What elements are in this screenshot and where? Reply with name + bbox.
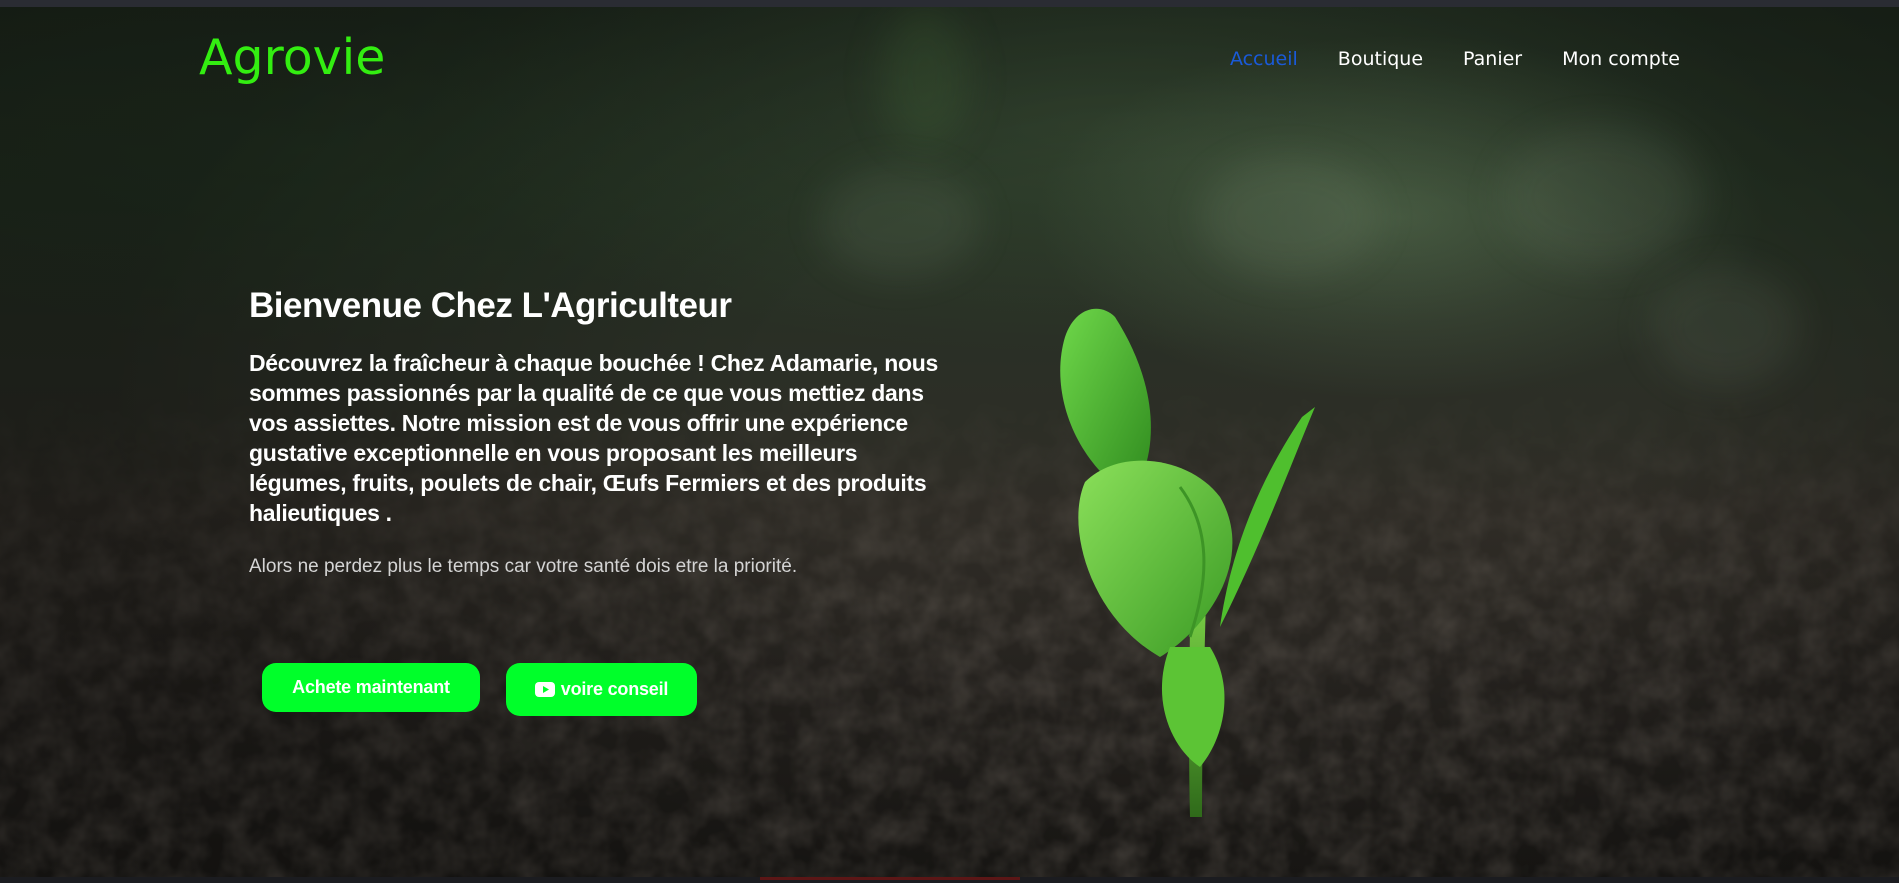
- nav-item-accueil[interactable]: Accueil: [1230, 46, 1298, 72]
- seedling-icon: [1060, 308, 1315, 817]
- brand-logo[interactable]: Agrovie: [199, 28, 385, 88]
- watch-advice-button[interactable]: voire conseil: [506, 663, 697, 716]
- hero-lead-paragraph: Découvrez la fraîcheur à chaque bouchée …: [249, 350, 938, 526]
- buy-now-button[interactable]: Achete maintenant: [262, 663, 480, 712]
- hero-content: Bienvenue Chez L'Agriculteur Découvrez l…: [249, 284, 949, 580]
- nav-item-boutique[interactable]: Boutique: [1338, 46, 1423, 72]
- browser-top-edge: [0, 0, 1899, 7]
- page-bottom-edge: [0, 877, 1899, 883]
- scroll-indicator: [760, 877, 1020, 880]
- buy-now-label: Achete maintenant: [292, 677, 450, 697]
- page: Agrovie Accueil Boutique Panier Mon comp…: [0, 0, 1899, 883]
- youtube-play-icon: [534, 682, 555, 697]
- hero-title: Bienvenue Chez L'Agriculteur: [249, 286, 732, 325]
- nav-item-mon-compte[interactable]: Mon compte: [1562, 46, 1680, 72]
- main-nav: Accueil Boutique Panier Mon compte: [1230, 46, 1680, 72]
- hero-note: Alors ne perdez plus le temps car votre …: [249, 556, 798, 577]
- nav-item-panier[interactable]: Panier: [1463, 46, 1522, 72]
- watch-advice-label: voire conseil: [560, 679, 669, 699]
